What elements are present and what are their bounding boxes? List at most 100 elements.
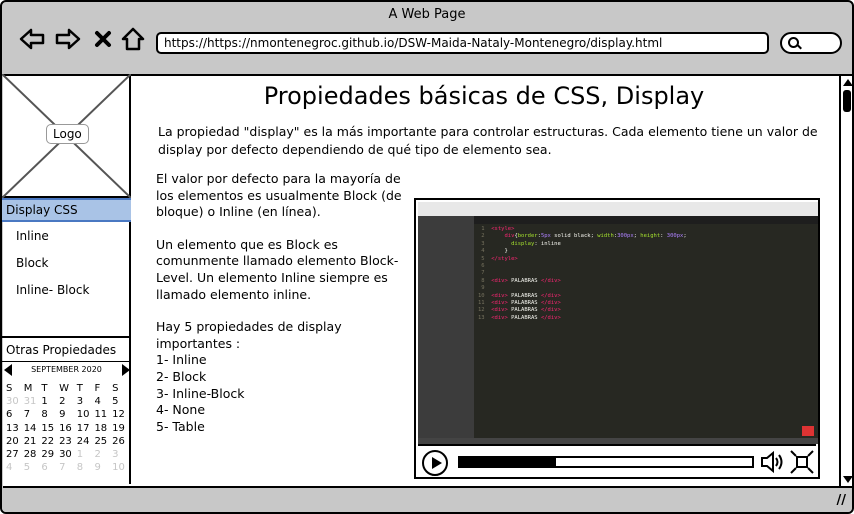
calendar-day[interactable]: 5 — [24, 461, 42, 474]
editor-code: 1 <style> 2 div{border:5px solid black; … — [478, 226, 808, 322]
code-line: 7 — [478, 270, 485, 277]
logo-label: Logo — [46, 124, 89, 144]
video-player[interactable]: 1 <style> 2 div{border:5px solid black; … — [414, 198, 820, 479]
vertical-scrollbar[interactable] — [839, 74, 852, 488]
calendar-day[interactable]: 26 — [112, 435, 130, 448]
video-progress-bar[interactable] — [458, 456, 754, 468]
record-badge-icon — [802, 426, 814, 436]
list-item: 2- Block — [156, 368, 207, 384]
calendar-day[interactable]: 8 — [77, 461, 95, 474]
calendar-day[interactable]: 25 — [94, 435, 112, 448]
video-controls — [418, 444, 816, 477]
calendar-day[interactable]: 7 — [59, 461, 77, 474]
calendar-day[interactable]: 22 — [41, 435, 59, 448]
calendar-day[interactable]: 18 — [94, 422, 112, 435]
calendar-day[interactable]: 19 — [112, 422, 130, 435]
calendar-day[interactable]: 12 — [112, 408, 130, 421]
video-frame[interactable]: 1 <style> 2 div{border:5px solid black; … — [418, 202, 818, 444]
list-intro: Hay 5 propiedades de display importantes… — [156, 319, 342, 351]
sidebar-item-inline[interactable]: Inline — [16, 229, 49, 243]
calendar-day[interactable]: 6 — [41, 461, 59, 474]
scroll-thumb[interactable] — [843, 90, 851, 112]
paragraph-block-level: Un elemento que es Block es comunmente l… — [156, 236, 399, 302]
status-bar: // — [2, 490, 852, 512]
calendar-day[interactable]: 21 — [24, 435, 42, 448]
calendar-weekday: W — [59, 383, 69, 394]
code-line: 8 <div> PALABRAS </div> — [478, 277, 561, 284]
search-icon — [788, 37, 799, 48]
calendar-day[interactable]: 14 — [24, 422, 42, 435]
calendar-day[interactable]: 27 — [6, 448, 24, 461]
calendar-day[interactable]: 5 — [112, 395, 130, 408]
calendar-day[interactable]: 17 — [77, 422, 95, 435]
calendar-day[interactable]: 23 — [59, 435, 77, 448]
calendar-day[interactable]: 13 — [6, 422, 24, 435]
sidebar-item-inline-block[interactable]: Inline- Block — [16, 283, 89, 297]
calendar-day[interactable]: 4 — [6, 461, 24, 474]
code-line: 11 <div> PALABRAS </div> — [478, 300, 561, 307]
calendar-day[interactable]: 3 — [112, 448, 130, 461]
search-button[interactable] — [780, 32, 842, 54]
address-bar[interactable]: https://https://nmontenegroc.github.io/D… — [156, 32, 769, 54]
intro-paragraph: La propiedad "display" es la más importa… — [158, 124, 818, 157]
calendar-day[interactable]: 31 — [24, 395, 42, 408]
calendar-day[interactable]: 9 — [94, 461, 112, 474]
calendar-day[interactable]: 2 — [59, 395, 77, 408]
play-icon[interactable] — [422, 450, 448, 476]
calendar-day[interactable]: 6 — [6, 408, 24, 421]
calendar-day[interactable]: 28 — [24, 448, 42, 461]
logo-placeholder: Logo — [2, 74, 131, 198]
page-title: Propiedades básicas de CSS, Display — [263, 82, 705, 110]
calendar-day[interactable]: 3 — [77, 395, 95, 408]
sidebar-item-otras-propiedades[interactable]: Otras Propiedades — [2, 336, 131, 362]
scroll-up-icon[interactable] — [843, 79, 852, 86]
calendar-weekday: S — [6, 383, 13, 394]
code-line: 4 } — [478, 248, 508, 255]
calendar-day[interactable]: 24 — [77, 435, 95, 448]
calendar-weekday: F — [94, 383, 101, 394]
fullscreen-icon[interactable] — [790, 450, 814, 474]
home-icon[interactable] — [120, 26, 146, 52]
calendar-weekday: M — [23, 383, 33, 394]
volume-icon[interactable] — [760, 450, 786, 474]
calendar-day[interactable]: 2 — [94, 448, 112, 461]
code-line: 5 </style> — [478, 255, 518, 262]
code-line: 12 <div> PALABRAS </div> — [478, 307, 561, 314]
calendar-day[interactable]: 10 — [77, 408, 95, 421]
calendar-grid: S M T W T F S 30 31 1 2 3 4 5 6 7 8 9 10 11 12 13 14 15 16 17 18 19… — [6, 382, 130, 474]
calendar-day[interactable]: 8 — [41, 408, 59, 421]
calendar-day-selected[interactable]: 16 — [56, 420, 77, 435]
calendar-day[interactable]: 15 — [41, 422, 59, 435]
calendar-day[interactable]: 11 — [94, 408, 112, 421]
calendar-next-icon[interactable] — [122, 364, 130, 376]
editor-sidebar — [418, 216, 474, 444]
calendar-weekday: T — [41, 383, 48, 394]
video-progress-fill — [460, 458, 557, 466]
calendar-day[interactable]: 30 — [59, 448, 77, 461]
sidebar-item-display-css[interactable]: Display CSS — [2, 198, 131, 222]
back-arrow-icon[interactable] — [18, 26, 46, 52]
close-icon[interactable] — [92, 26, 114, 52]
calendar-weekday: T — [76, 383, 83, 394]
code-line: 10 <div> PALABRAS </div> — [478, 292, 561, 299]
calendar-day[interactable]: 20 — [6, 435, 24, 448]
calendar-day[interactable]: 4 — [94, 395, 112, 408]
scroll-down-icon[interactable] — [843, 476, 852, 483]
resize-grip-icon[interactable]: // — [837, 493, 847, 508]
calendar-day[interactable]: 29 — [41, 448, 59, 461]
list-item: 5- Table — [156, 418, 205, 434]
window-title: A Web Page — [388, 7, 466, 22]
calendar-weekday: S — [112, 383, 119, 394]
editor-menubar — [418, 202, 818, 216]
calendar-day[interactable]: 1 — [41, 395, 59, 408]
sidebar-item-block[interactable]: Block — [16, 256, 48, 270]
forward-arrow-icon[interactable] — [54, 26, 82, 52]
code-line: 3 display: inline — [478, 240, 561, 247]
calendar-day[interactable]: 1 — [77, 448, 95, 461]
calendar-day[interactable]: 10 — [112, 461, 130, 474]
list-item: 3- Inline-Block — [156, 385, 245, 401]
editor-tabs — [474, 216, 818, 224]
calendar-day[interactable]: 7 — [24, 408, 42, 421]
calendar-day[interactable]: 30 — [6, 395, 24, 408]
calendar-day[interactable]: 9 — [59, 408, 77, 421]
